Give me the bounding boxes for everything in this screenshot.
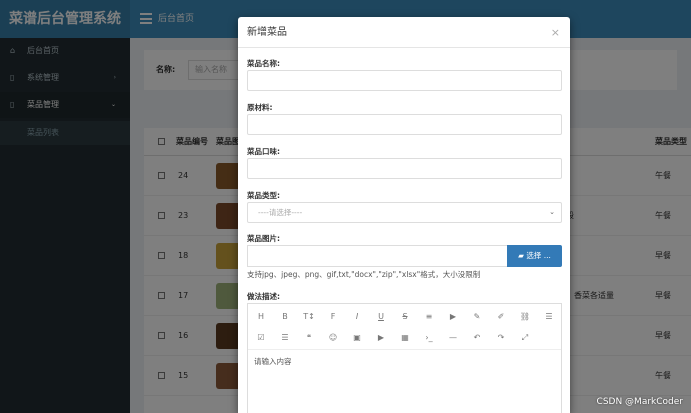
taste-input[interactable]	[247, 158, 562, 179]
chevron-down-icon: ⌄	[549, 208, 555, 216]
play-icon[interactable]: ▶	[370, 327, 392, 349]
redo-icon[interactable]: ↷	[490, 327, 512, 349]
strikethrough-icon[interactable]: S	[394, 306, 416, 328]
editor-divider	[248, 349, 561, 350]
choose-file-button[interactable]: ▰ 选择 ...	[507, 245, 562, 267]
choose-file-label: 选择 ...	[526, 251, 551, 260]
modal-title: 新增菜品	[247, 27, 287, 38]
editor-toolbar-row: H B T↕ F I U S ≡ ▶ ✎ ✐ ⛓ ☰	[248, 306, 561, 328]
underline-icon[interactable]: U	[370, 306, 392, 328]
dish-type-label: 菜品类型:	[247, 191, 280, 200]
method-label: 做法描述:	[247, 292, 280, 301]
editor-toolbar-row: ☑ ☰ ❝ ☺ ▣ ▶ ▦ ›_ — ↶ ↷ ⤢	[248, 327, 561, 349]
undo-icon[interactable]: ↶	[466, 327, 488, 349]
italic-icon[interactable]: I	[346, 306, 368, 328]
brush-icon[interactable]: ✐	[490, 306, 512, 328]
bold-icon[interactable]: B	[274, 306, 296, 328]
emoji-icon[interactable]: ☺	[322, 327, 344, 349]
indent-icon[interactable]: ≡	[418, 306, 440, 328]
align-icon[interactable]: ☰	[274, 327, 296, 349]
add-dish-modal: 新增菜品 × 菜品名称: 原材料: 菜品口味: 菜品类型: ----请选择---…	[238, 17, 570, 413]
folder-open-icon: ▰	[518, 251, 524, 260]
link-icon[interactable]: ⛓	[514, 306, 536, 328]
video-icon[interactable]: ▶	[442, 306, 464, 328]
taste-label: 菜品口味:	[247, 147, 280, 156]
image-path-input[interactable]	[247, 245, 507, 267]
image-icon[interactable]: ▣	[346, 327, 368, 349]
fullscreen-icon[interactable]: ⤢	[514, 327, 536, 349]
rich-text-editor[interactable]: H B T↕ F I U S ≡ ▶ ✎ ✐ ⛓ ☰ ☑ ☰ ❝ ☺ ▣ ▶ ▦…	[247, 303, 562, 413]
dish-image-label: 菜品图片:	[247, 234, 280, 243]
list-icon[interactable]: ☰	[538, 306, 560, 328]
dish-type-select[interactable]: ----请选择---- ⌄	[247, 202, 562, 223]
divider-icon[interactable]: —	[442, 327, 464, 349]
pencil-icon[interactable]: ✎	[466, 306, 488, 328]
code-icon[interactable]: ›_	[418, 327, 440, 349]
font-family-icon[interactable]: F	[322, 306, 344, 328]
close-icon[interactable]: ×	[551, 17, 560, 48]
quote-icon[interactable]: ❝	[298, 327, 320, 349]
editor-placeholder[interactable]: 请输入内容	[254, 356, 292, 367]
heading-icon[interactable]: H	[250, 306, 272, 328]
material-label: 原材料:	[247, 103, 273, 112]
material-input[interactable]	[247, 114, 562, 135]
modal-header: 新增菜品 ×	[238, 17, 570, 48]
upload-hint: 支持jpg、jpeg、png、gif,txt,"docx","zip","xls…	[247, 270, 481, 279]
watermark: CSDN @MarkCoder	[596, 397, 683, 407]
font-size-icon[interactable]: T↕	[298, 306, 320, 328]
checkbox-icon[interactable]: ☑	[250, 327, 272, 349]
select-placeholder: ----请选择----	[258, 208, 303, 217]
table-icon[interactable]: ▦	[394, 327, 416, 349]
dish-name-label: 菜品名称:	[247, 59, 280, 68]
dish-name-input[interactable]	[247, 70, 562, 91]
